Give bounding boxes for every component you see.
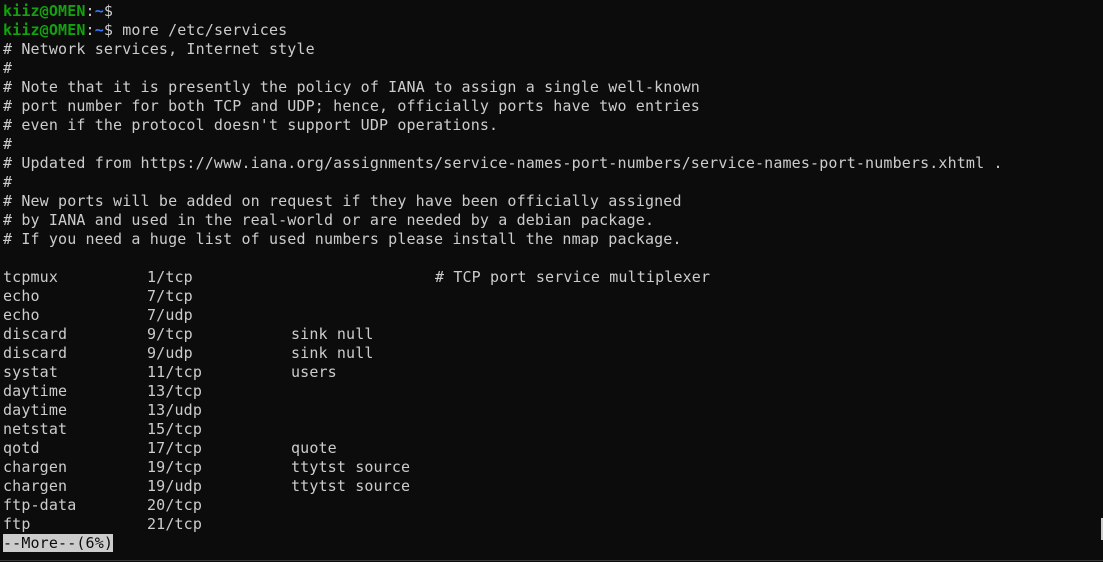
comment-line: # Network services, Internet style (3, 40, 315, 58)
service-port: 15/tcp (147, 420, 203, 438)
service-comment: # TCP port service multiplexer (435, 268, 711, 286)
terminal-output: kiiz@OMEN:~$ kiiz@OMEN:~$ more /etc/serv… (3, 2, 1103, 553)
comment-line: # If you need a huge list of used number… (3, 230, 682, 248)
service-name: echo (3, 287, 40, 305)
service-name: discard (3, 325, 68, 343)
service-name: chargen (3, 477, 68, 495)
service-row: systat 11/tcp users (3, 363, 1103, 382)
comment-line: # (3, 59, 13, 77)
prompt-user-host: kiiz@OMEN (3, 2, 86, 20)
service-name: daytime (3, 382, 68, 400)
service-row: ftp 21/tcp (3, 515, 1103, 534)
service-row: daytime 13/tcp (3, 382, 1103, 401)
service-name: ftp-data (3, 496, 77, 514)
service-name: echo (3, 306, 40, 324)
comment-line: # even if the protocol doesn't support U… (3, 116, 499, 134)
service-port: 13/udp (147, 401, 203, 419)
prompt-cwd: ~ (94, 21, 104, 39)
service-aliases: ttytst source (291, 477, 411, 495)
pager-line: --More--(6%) (3, 534, 1103, 553)
service-row: qotd 17/tcp quote (3, 439, 1103, 458)
service-name: daytime (3, 401, 68, 419)
service-port: 19/tcp (147, 458, 203, 476)
service-row: netstat 15/tcp (3, 420, 1103, 439)
service-port: 1/tcp (147, 268, 193, 286)
service-row: chargen 19/tcp ttytst source (3, 458, 1103, 477)
service-aliases: users (291, 363, 337, 381)
service-port: 7/tcp (147, 287, 193, 305)
prompt-separator: : (85, 2, 95, 20)
service-row: ftp-data 20/tcp (3, 496, 1103, 515)
service-row: discard 9/udp sink null (3, 344, 1103, 363)
prompt-separator: : (85, 21, 95, 39)
comment-line: # Updated from https://www.iana.org/assi… (3, 154, 1003, 172)
service-port: 20/tcp (147, 496, 203, 514)
service-name: discard (3, 344, 68, 362)
comment-line: # New ports will be added on request if … (3, 192, 682, 210)
service-row: echo 7/udp (3, 306, 1103, 325)
comment-line: # port number for both TCP and UDP; henc… (3, 97, 700, 115)
service-name: ftp (3, 515, 31, 533)
service-row: tcpmux 1/tcp # TCP port service multiplexe… (3, 268, 1103, 287)
pager-more-prompt[interactable]: --More--(6%) (3, 534, 114, 552)
service-port: 11/tcp (147, 363, 203, 381)
services-list: tcpmux 1/tcp # TCP port service multiplexe… (3, 268, 1103, 534)
comment-line: # (3, 135, 13, 153)
service-port: 13/tcp (147, 382, 203, 400)
service-aliases: sink null (291, 325, 374, 343)
window-bottom-border (0, 560, 1103, 561)
service-port: 9/udp (147, 344, 193, 362)
service-aliases: ttytst source (291, 458, 411, 476)
prompt-symbol: $ (103, 21, 123, 39)
comment-line: # Note that it is presently the policy o… (3, 78, 700, 96)
service-row: chargen 19/udp ttytst source (3, 477, 1103, 496)
service-port: 21/tcp (147, 515, 203, 533)
service-row: discard 9/tcp sink null (3, 325, 1103, 344)
comment-line: # by IANA and used in the real-world or … (3, 211, 655, 229)
service-aliases: quote (291, 439, 337, 457)
terminal-window[interactable]: kiiz@OMEN:~$ kiiz@OMEN:~$ more /etc/serv… (0, 0, 1103, 562)
prompt-user-host: kiiz@OMEN (3, 21, 86, 39)
service-port: 7/udp (147, 306, 193, 324)
service-row: daytime 13/udp (3, 401, 1103, 420)
service-name: qotd (3, 439, 40, 457)
service-aliases: sink null (291, 344, 374, 362)
service-port: 9/tcp (147, 325, 193, 343)
prompt-line: kiiz@OMEN:~$ more /etc/services (3, 21, 1103, 40)
service-row: echo 7/tcp (3, 287, 1103, 306)
service-name: netstat (3, 420, 68, 438)
prompt-symbol: $ (103, 2, 123, 20)
service-name: tcpmux (3, 268, 59, 286)
prompt-line: kiiz@OMEN:~$ (3, 2, 1103, 21)
service-name: systat (3, 363, 59, 381)
comment-line: # (3, 173, 13, 191)
service-port: 19/udp (147, 477, 203, 495)
service-port: 17/tcp (147, 439, 203, 457)
prompt-cwd: ~ (94, 2, 104, 20)
service-name: chargen (3, 458, 68, 476)
command-text: more /etc/services (122, 21, 288, 39)
